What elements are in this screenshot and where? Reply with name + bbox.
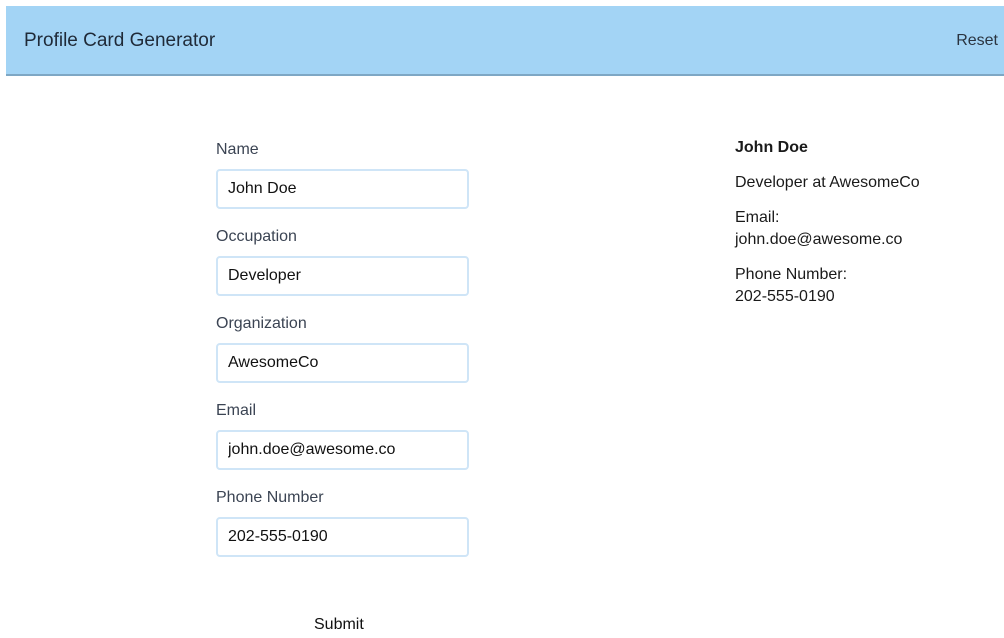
phone-number-input[interactable] xyxy=(216,517,469,557)
profile-form: Name Occupation Organization Email Phone… xyxy=(216,139,476,574)
card-phone-value: 202-555-0190 xyxy=(735,288,835,305)
submit-button[interactable]: Submit xyxy=(300,616,378,634)
email-label: Email xyxy=(216,402,257,419)
occupation-label: Occupation xyxy=(216,228,297,245)
profile-card: John Doe Developer at AwesomeCo Email: j… xyxy=(735,138,995,321)
name-input[interactable] xyxy=(216,169,469,209)
email-input[interactable] xyxy=(216,430,469,470)
app-title: Profile Card Generator xyxy=(24,30,216,51)
reset-button[interactable]: Reset xyxy=(956,32,998,50)
app-header: Profile Card Generator Reset xyxy=(6,6,1004,76)
name-label: Name xyxy=(216,141,259,158)
card-phone: Phone Number: 202-555-0190 xyxy=(735,264,995,308)
phone-number-label: Phone Number xyxy=(216,489,324,506)
organization-label: Organization xyxy=(216,315,307,332)
card-email: Email: john.doe@awesome.co xyxy=(735,207,995,251)
card-role: Developer at AwesomeCo xyxy=(735,174,920,191)
organization-input[interactable] xyxy=(216,343,469,383)
card-email-value: john.doe@awesome.co xyxy=(735,231,903,248)
card-phone-label: Phone Number: xyxy=(735,266,848,283)
occupation-input[interactable] xyxy=(216,256,469,296)
card-email-label: Email: xyxy=(735,209,780,226)
card-name: John Doe xyxy=(735,139,808,156)
